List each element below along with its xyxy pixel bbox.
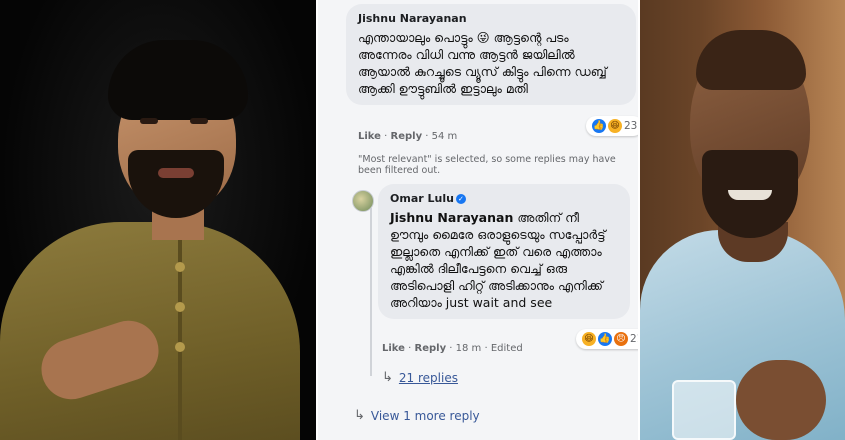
like-reaction-icon: 👍 [592, 119, 606, 133]
reply-button[interactable]: Reply [391, 131, 423, 142]
avatar[interactable] [352, 190, 374, 212]
comment-actions-2: Like · Reply · 18 m · Edited [382, 343, 523, 354]
thread-line [370, 208, 372, 376]
head [696, 30, 806, 90]
tagged-user[interactable]: Jishnu Narayanan [390, 210, 513, 225]
hair [108, 40, 248, 120]
director-photo-right [640, 0, 845, 440]
smile [728, 190, 772, 200]
shirt-button [175, 262, 185, 272]
mouth [158, 168, 194, 178]
beard [128, 150, 224, 218]
comment-author[interactable]: Jishnu Narayanan [358, 12, 624, 25]
eye [190, 118, 208, 124]
eye [140, 118, 158, 124]
comment-text: Jishnu Narayanan അതിന് നീ ഊമ്പും മൈരേ ഒര… [390, 209, 618, 311]
relevance-notice: "Most relevant" is selected, so some rep… [358, 154, 616, 176]
like-button[interactable]: Like [382, 343, 405, 354]
more-replies-text[interactable]: View 1 more reply [371, 409, 480, 423]
edited-label: Edited [490, 343, 523, 354]
reply-button[interactable]: Reply [415, 343, 447, 354]
timestamp: 18 m [455, 343, 482, 354]
shirt-button [175, 302, 185, 312]
author-name[interactable]: Omar Lulu [390, 192, 454, 205]
reaction-summary-2[interactable]: 😆 👍 😠 216 [576, 329, 640, 349]
reply-arrow-icon: ↳ [382, 370, 393, 385]
view-more-replies-link[interactable]: ↳ View 1 more reply [354, 408, 480, 423]
hands [736, 360, 826, 440]
like-button[interactable]: Like [358, 131, 381, 142]
view-replies-link[interactable]: ↳ 21 replies [382, 370, 458, 385]
angry-reaction-icon: 😠 [614, 332, 628, 346]
comment-bubble-2: Omar Lulu ✓ Jishnu Narayanan അതിന് നീ ഊമ്… [378, 184, 630, 319]
comment-body: അതിന് നീ ഊമ്പും മൈരേ ഒരാളുടെയും സപ്പോർട്… [390, 210, 606, 310]
replies-count-link[interactable]: 21 replies [399, 371, 458, 385]
haha-reaction-icon: 😆 [582, 332, 596, 346]
reaction-count: 23 [624, 120, 638, 132]
verified-badge-icon: ✓ [455, 194, 466, 204]
comment-actions-1: Like · Reply · 54 m [358, 131, 458, 142]
comment-author[interactable]: Omar Lulu ✓ [390, 192, 618, 205]
reply-arrow-icon: ↳ [354, 408, 365, 423]
shirt-button [175, 342, 185, 352]
facebook-comments-panel: Jishnu Narayanan എന്തായാലും പൊട്ടും 😜 ആട… [318, 0, 640, 440]
timestamp: 54 m [431, 131, 458, 142]
comment-bubble-1: Jishnu Narayanan എന്തായാലും പൊട്ടും 😜 ആട… [346, 4, 636, 105]
comment-text: എന്തായാലും പൊട്ടും 😜 ആട്ടന്റെ പടം അന്നേര… [358, 30, 607, 96]
like-reaction-icon: 👍 [598, 332, 612, 346]
actor-photo-left [0, 0, 318, 440]
glass-cup [672, 380, 736, 440]
haha-reaction-icon: 😆 [608, 119, 622, 133]
reaction-summary-1[interactable]: 👍 😆 23 [586, 116, 640, 136]
